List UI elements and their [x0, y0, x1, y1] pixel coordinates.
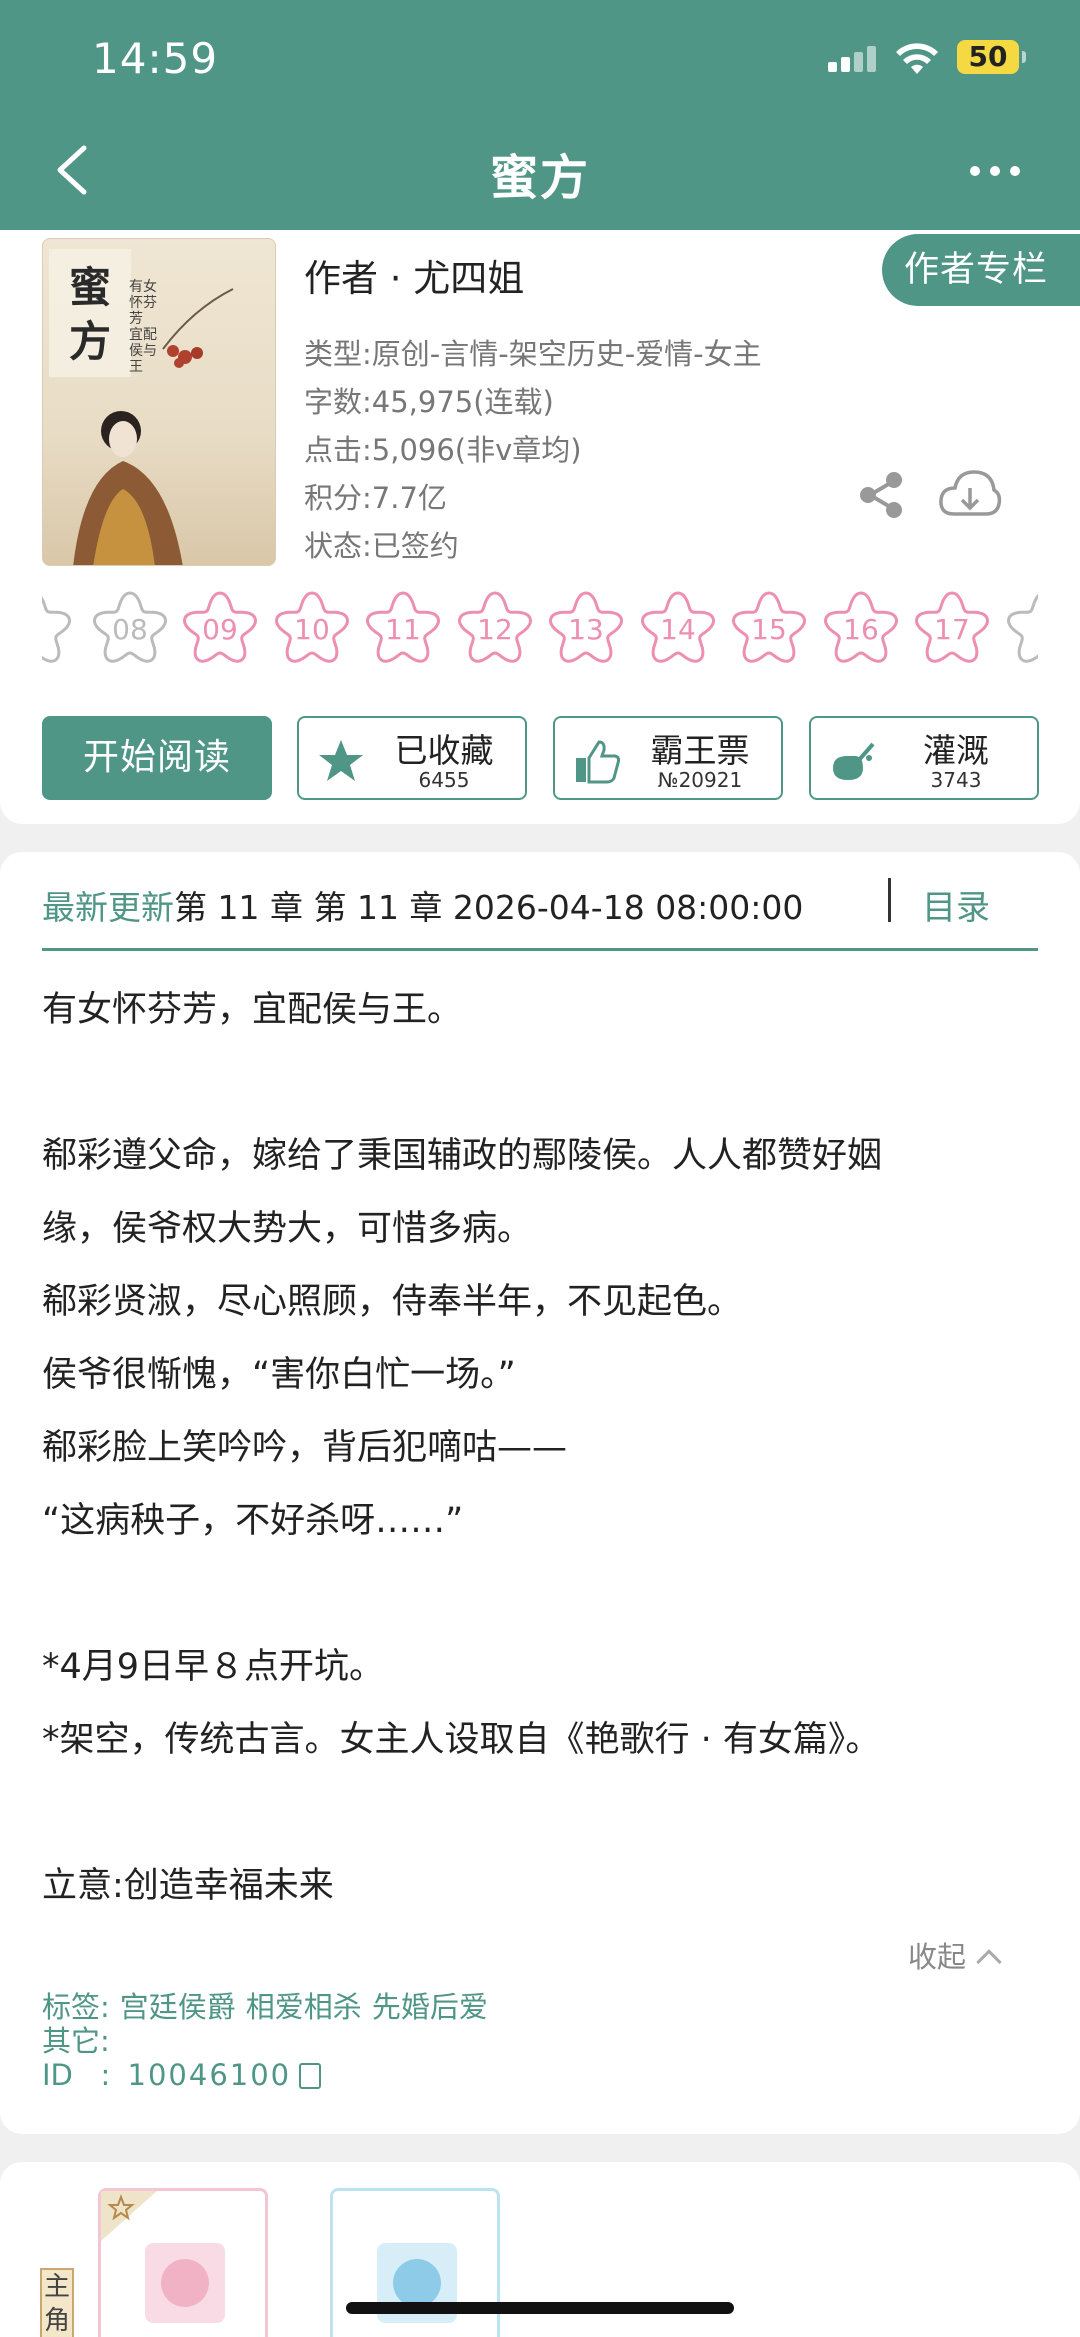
- tag-item[interactable]: 宫廷侯爵: [120, 1990, 236, 2024]
- latest-update-text: 第 11 章 第 11 章 2026-04-18 08:00:00: [174, 888, 804, 927]
- thumbs-up-icon: [576, 740, 621, 784]
- tags-block: 标签: 宫廷侯爵 相爱相杀 先婚后爱 其它: ID : 10046100: [42, 1990, 488, 2092]
- intro-line: 郗彩脸上笑吟吟，背后犯嘀咕——: [42, 1428, 568, 1468]
- divider: [42, 948, 1038, 951]
- tag-item[interactable]: 先婚后爱: [372, 1990, 488, 2024]
- meta-status: 状态:已签约: [304, 529, 459, 563]
- status-time: 14:59: [92, 34, 219, 83]
- start-reading-button[interactable]: 开始阅读: [42, 716, 272, 800]
- chapter-strip[interactable]: 7 08 09 10 11 12 13 14 15 16 17 1: [42, 590, 1038, 670]
- home-indicator: [346, 2302, 734, 2314]
- character-card[interactable]: [98, 2188, 268, 2337]
- chapter-flower[interactable]: 14: [638, 590, 718, 670]
- intro-line: *4月9日早８点开坑。: [42, 1647, 385, 1687]
- author-name[interactable]: 作者 · 尤四姐: [304, 248, 524, 302]
- intro-line: 有女怀芬芳，宜配侯与王。: [42, 990, 463, 1030]
- wifi-icon: [896, 43, 938, 74]
- avatar: [145, 2243, 225, 2323]
- water-count: 3743: [930, 768, 982, 792]
- toc-link[interactable]: 目录: [922, 878, 990, 938]
- book-intro: 有女怀芬芳，宜配侯与王。 郗彩遵父命，嫁给了秉国辅政的鄢陵侯。人人都赞好姻 缘，…: [42, 974, 1052, 1923]
- cover-title: 蜜方: [69, 263, 112, 366]
- character-card[interactable]: [330, 2188, 500, 2337]
- intro-line: [42, 1047, 1052, 1120]
- author-column-button[interactable]: 作者专栏: [882, 234, 1080, 306]
- chapter-flower[interactable]: 09: [180, 590, 260, 670]
- book-cover[interactable]: 蜜方 有女怀芬芳 宜配侯与王: [42, 238, 276, 566]
- divider: [888, 878, 891, 922]
- star-icon: [319, 740, 363, 781]
- id-value: 10046100: [127, 2058, 292, 2092]
- chapter-flower[interactable]: 11: [363, 590, 443, 670]
- copy-icon[interactable]: [299, 2063, 322, 2089]
- share-icon[interactable]: [856, 470, 906, 520]
- water-label: 灌溉: [923, 731, 989, 770]
- intro-line: 侯爷很惭愧，“害你白忙一场。”: [42, 1355, 516, 1395]
- latest-update-label: 最新更新: [42, 888, 174, 927]
- role-tab-main[interactable]: 主角: [40, 2268, 74, 2337]
- chapter-flower[interactable]: 15: [729, 590, 809, 670]
- favorite-button[interactable]: 已收藏 6455: [297, 716, 527, 800]
- chapter-flower[interactable]: 1: [1004, 590, 1038, 670]
- intro-line: 缘，侯爷权大势大，可惜多病。: [42, 1209, 533, 1249]
- star-icon: [101, 2191, 157, 2241]
- page-title: 蜜方: [489, 150, 590, 206]
- tag-item[interactable]: 相爱相杀: [246, 1990, 362, 2024]
- chapter-flower[interactable]: 10: [272, 590, 352, 670]
- water-button[interactable]: 灌溉 3743: [809, 716, 1039, 800]
- meta-words: 字数:45,975(连载): [304, 385, 554, 419]
- favorite-label: 已收藏: [394, 731, 494, 770]
- intro-line: 郗彩贤淑，尽心照顾，侍奉半年，不见起色。: [42, 1282, 743, 1322]
- more-button[interactable]: [970, 166, 1020, 178]
- chapter-flower[interactable]: 16: [821, 590, 901, 670]
- other-label: 其它:: [42, 2024, 110, 2058]
- chapter-flower[interactable]: 7: [42, 590, 74, 670]
- top-bar: 14:59 50 蜜方: [0, 0, 1080, 230]
- watering-can-icon: [833, 742, 875, 780]
- download-icon[interactable]: [938, 466, 1002, 522]
- chapter-flower[interactable]: 13: [546, 590, 626, 670]
- vote-count: №20921: [657, 768, 743, 792]
- intro-line: 立意:创造幸福未来: [42, 1866, 334, 1906]
- chapter-flower[interactable]: 08: [90, 590, 170, 670]
- vote-label: 霸王票: [650, 731, 750, 770]
- tags-label: 标签:: [42, 1990, 110, 2024]
- more-icon: [970, 166, 980, 176]
- intro-line: 郗彩遵父命，嫁给了秉国辅政的鄢陵侯。人人都赞好姻: [42, 1136, 883, 1176]
- intro-line: [42, 1777, 1052, 1850]
- intro-line: “这病秧子，不好杀呀……”: [42, 1501, 464, 1541]
- cover-subtitle: 有女怀芬芳 宜配侯与王: [129, 279, 157, 375]
- chapter-flower[interactable]: 17: [912, 590, 992, 670]
- favorite-count: 6455: [418, 768, 470, 792]
- battery-indicator: 50: [957, 40, 1026, 74]
- meta-score: 积分:7.7亿: [304, 481, 447, 515]
- collapse-button[interactable]: 收起: [908, 1934, 1002, 1976]
- vote-button[interactable]: 霸王票 №20921: [553, 716, 783, 800]
- meta-clicks: 点击:5,096(非v章均): [304, 433, 582, 467]
- id-label: ID :: [42, 2058, 111, 2092]
- signal-icon: [828, 46, 880, 72]
- collapse-label: 收起: [908, 1940, 967, 1974]
- intro-line: *架空，传统古言。女主人设取自《艳歌行 · 有女篇》。: [42, 1720, 881, 1760]
- book-info-card: 蜜方 有女怀芬芳 宜配侯与王 作者 · 尤四姐 作者专栏 类型:原创-言情-架空…: [0, 230, 1080, 824]
- chapter-flower[interactable]: 12: [455, 590, 535, 670]
- book-meta: 类型:原创-言情-架空历史-爱情-女主 字数:45,975(连载) 点击:5,0…: [304, 330, 762, 570]
- meta-type: 类型:原创-言情-架空历史-爱情-女主: [304, 337, 762, 371]
- intro-line: [42, 1558, 1052, 1631]
- intro-card: 最新更新第 11 章 第 11 章 2026-04-18 08:00:00 目录…: [0, 852, 1080, 2134]
- chevron-up-icon: [976, 1949, 1002, 1975]
